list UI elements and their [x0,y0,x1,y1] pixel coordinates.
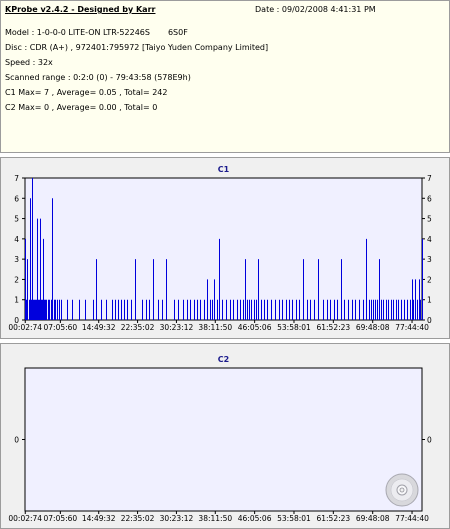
x-tick-label: 53:58:01 [277,323,311,332]
disc-hole [399,487,405,493]
y-tick-label-left: 4 [14,235,19,244]
x-tick-label: 38:11:50 [198,514,232,523]
y-tick-label-left: 6 [14,194,19,203]
x-tick-label: 00:02:74 [8,323,42,332]
x-tick-label: 22:35:02 [121,514,155,523]
x-tick-label: 00:02:74 [8,514,42,523]
y-tick-label-right: 6 [427,194,432,203]
x-tick-label: 07:05:60 [44,514,78,523]
y-tick-label-right: 1 [427,296,432,305]
x-tick-label: 22:35:02 [121,323,155,332]
c2-chart-panel: C2 0 0 00:02:74 07:05:60 14:49:32 22:35:02 30:2… [0,343,450,529]
c2-summary-line: C2 Max= 0 , Average= 0.00 , Total= 0 [5,103,158,112]
c1-summary-line: C1 Max= 7 , Average= 0.05 , Total= 242 [5,88,168,97]
x-tick-label: 30:23:12 [160,323,194,332]
x-tick-label: 14:49:32 [82,514,116,523]
plot-area [24,177,423,321]
x-tick-label: 61:52:23 [316,323,350,332]
y-tick-label-left: 3 [14,255,19,264]
x-tick-label: 53:58:01 [277,514,311,523]
y-tick-label-right: 5 [427,215,432,224]
y-tick-label-left: 7 [14,174,19,183]
c1-chart-panel: C1 0 0 1 1 2 2 3 3 4 4 5 5 6 6 7 7 00:02:74 07:05:60 14:49:… [0,157,450,339]
drive-model: Model : 1-0-0-0 LITE-ON LTR-52246S [5,28,150,37]
x-tick-label: 14:49:32 [82,323,116,332]
x-tick-label: 69:48:08 [356,514,390,523]
model-line: Model : 1-0-0-0 LITE-ON LTR-52246S 6S0F [5,28,188,37]
x-tick-label: 46:05:06 [238,514,272,523]
y-tick-label-left: 1 [14,296,19,305]
y-tick-label-right: 2 [427,275,432,284]
y-tick-label-left: 5 [14,215,19,224]
speed-line: Speed : 32x [5,58,53,67]
y-tick-label-right: 7 [427,174,432,183]
chart-title: C1 [218,165,230,174]
drive-firmware: 6S0F [167,28,188,37]
x-tick-label: 61:52:23 [316,514,350,523]
x-tick-label: 77:44:40 [395,514,429,523]
scanned-range-line: Scanned range : 0:2:0 (0) - 79:43:58 (57… [5,73,191,82]
x-tick-label: 69:48:08 [356,323,390,332]
y-tick-label-right: 4 [427,235,432,244]
disc-line: Disc : CDR (A+) , 972401:795972 [Taiyo Y… [5,43,269,52]
x-tick-label: 77:44:40 [395,323,429,332]
c2-chart: C2 0 0 00:02:74 07:05:60 14:49:32 22:35:02 30:2… [8,355,432,523]
cd-disc-icon [385,473,419,507]
y-tick-label-left: 0 [14,436,19,445]
plot-area [24,367,423,512]
c1-chart: C10 01 12 23 34 45 56 67 700:02:74 07:05:60 14:49:… [8,165,432,332]
x-tick-label: 30:23:12 [160,514,194,523]
chart-title: C2 [218,355,229,364]
x-tick-label: 38:11:50 [198,323,232,332]
y-tick-label-left: 2 [14,275,19,284]
x-tick-label: 46:05:06 [238,323,272,332]
disc-info-panel: KProbe v2.4.2 - Designed by Karr Date : … [0,0,450,153]
scan-date: Date : 09/02/2008 4:41:31 PM [255,5,376,14]
x-tick-label: 07:05:60 [44,323,78,332]
y-tick-label-right: 0 [427,436,432,445]
y-tick-label-right: 3 [427,255,432,264]
app-title: KProbe v2.4.2 - Designed by Karr [5,5,156,14]
